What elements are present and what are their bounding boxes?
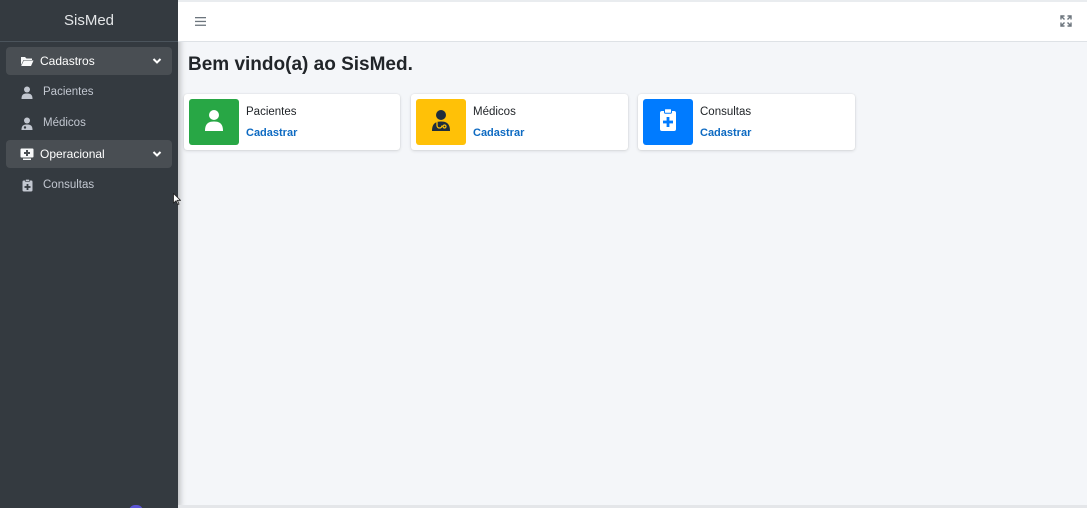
chevron-down-icon [152, 149, 162, 159]
card-text: Consultas Cadastrar [700, 99, 751, 145]
cadastrar-medicos-link[interactable]: Cadastrar [473, 127, 524, 139]
sidebar-item-consultas[interactable]: Consultas [6, 171, 172, 199]
card-icon-box [416, 99, 466, 145]
card-text: Médicos Cadastrar [473, 99, 524, 145]
clipboard-plus-icon [659, 107, 677, 137]
main-content: Bem vindo(a) ao SisMed. Pacientes Cadast… [178, 42, 1087, 508]
sidebar-item-label: Pacientes [43, 86, 94, 98]
card-title: Médicos [473, 105, 516, 118]
card-pacientes: Pacientes Cadastrar [184, 94, 400, 150]
sidebar-section-label: Cadastros [40, 54, 95, 68]
fullscreen-icon[interactable] [1059, 14, 1073, 28]
card-title: Consultas [700, 105, 752, 118]
card-title: Pacientes [246, 105, 297, 118]
sidebar-nav: Cadastros Pacientes Médicos Operacional [0, 42, 178, 207]
sidebar-item-pacientes[interactable]: Pacientes [6, 78, 172, 106]
brand-title[interactable]: SisMed [0, 0, 178, 42]
cadastrar-pacientes-link[interactable]: Cadastrar [246, 127, 297, 139]
cadastrar-consultas-link[interactable]: Cadastrar [700, 127, 751, 139]
sidebar-section-cadastros[interactable]: Cadastros [6, 47, 172, 75]
card-text: Pacientes Cadastrar [246, 99, 297, 145]
hamburger-menu-icon[interactable] [193, 14, 207, 28]
folder-open-icon [20, 54, 34, 68]
card-medicos: Médicos Cadastrar [411, 94, 628, 150]
sidebar-item-label: Médicos [43, 117, 86, 129]
chevron-down-icon [152, 56, 162, 66]
user-md-icon [20, 116, 34, 130]
card-consultas: Consultas Cadastrar [638, 94, 855, 150]
clinic-monitor-icon [20, 147, 34, 161]
user-icon [20, 85, 34, 99]
card-icon-box [643, 99, 693, 145]
sidebar-section-operacional[interactable]: Operacional [6, 140, 172, 168]
clipboard-plus-icon [20, 178, 34, 192]
sidebar-section-label: Operacional [40, 147, 105, 161]
mouse-cursor-icon [173, 192, 182, 206]
user-icon [204, 109, 224, 136]
sidebar-item-medicos[interactable]: Médicos [6, 109, 172, 137]
page-title: Bem vindo(a) ao SisMed. [188, 54, 413, 75]
sidebar-item-label: Consultas [43, 179, 95, 191]
sidebar: SisMed Cadastros Pacientes Médicos Opera… [0, 0, 178, 508]
top-navbar [178, 0, 1087, 42]
card-icon-box [189, 99, 239, 145]
doctor-icon [431, 109, 451, 136]
